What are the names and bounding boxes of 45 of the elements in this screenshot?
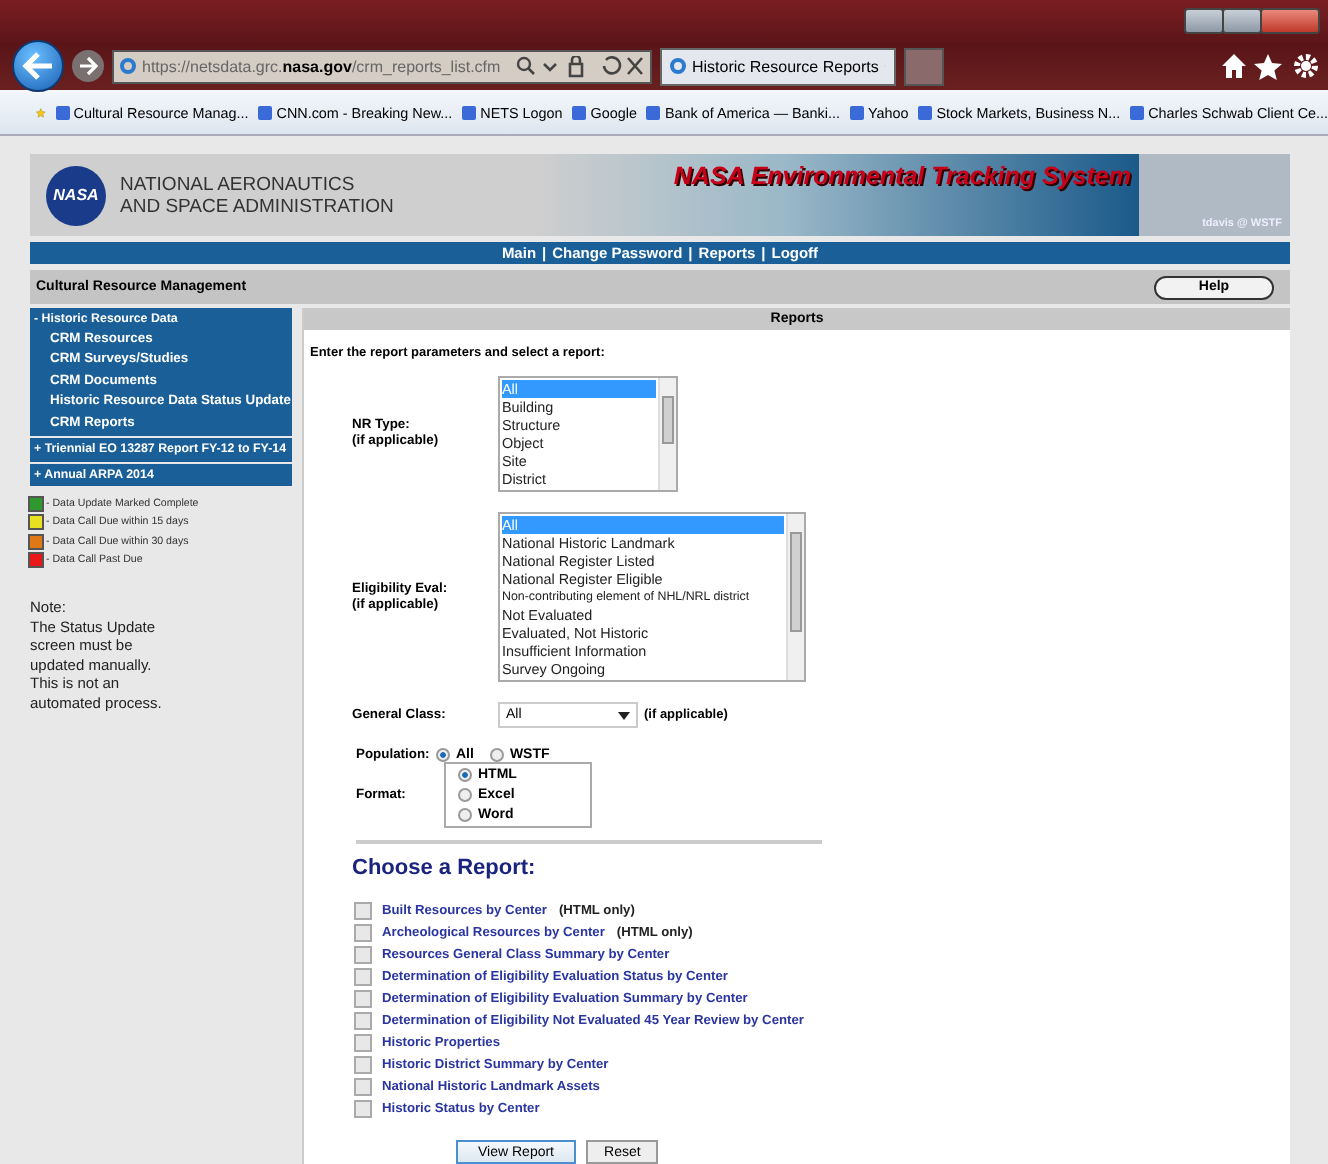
scrollbar[interactable] bbox=[658, 378, 676, 490]
maximize-button[interactable] bbox=[1222, 8, 1262, 34]
back-arrow-icon bbox=[22, 52, 54, 80]
radio-button[interactable] bbox=[458, 788, 472, 802]
radio-button[interactable] bbox=[458, 768, 472, 782]
dropdown-arrow-icon bbox=[618, 711, 630, 719]
checkbox[interactable] bbox=[354, 946, 372, 964]
new-tab-button[interactable] bbox=[904, 47, 944, 85]
checkbox[interactable] bbox=[354, 1012, 372, 1030]
site-icon bbox=[55, 105, 70, 119]
radio-button[interactable] bbox=[458, 808, 472, 822]
address-bar-icons[interactable] bbox=[516, 55, 644, 77]
organization-name: NATIONAL AERONAUTICS AND SPACE ADMINISTRATION bbox=[120, 173, 394, 217]
checkbox[interactable] bbox=[354, 1100, 372, 1118]
page-icon bbox=[670, 58, 686, 74]
browser-tab[interactable]: Historic Resource Reports bbox=[660, 47, 896, 85]
list-box[interactable] bbox=[498, 512, 806, 682]
section-heading: Choose a Report: bbox=[352, 856, 538, 880]
checkbox[interactable] bbox=[354, 924, 372, 942]
radio-button[interactable] bbox=[489, 748, 504, 762]
logo-text: NASA bbox=[53, 186, 99, 204]
scrollbar[interactable] bbox=[786, 514, 804, 680]
back-button[interactable] bbox=[12, 40, 64, 92]
site-icon bbox=[258, 105, 273, 119]
system-title: NASA Environmental Tracking System bbox=[673, 162, 1131, 190]
site-icon bbox=[572, 105, 587, 119]
checkbox[interactable] bbox=[354, 902, 372, 920]
site-icon bbox=[462, 105, 477, 119]
checkbox[interactable] bbox=[354, 1034, 372, 1052]
minimize-button[interactable] bbox=[1184, 8, 1224, 34]
site-icon bbox=[849, 105, 864, 119]
checkbox[interactable] bbox=[354, 1078, 372, 1096]
page-icon bbox=[120, 58, 136, 74]
checkbox[interactable] bbox=[354, 990, 372, 1008]
browser-toolbar-icons[interactable] bbox=[1220, 52, 1320, 80]
site-icon bbox=[646, 105, 661, 119]
address-bar[interactable]: https://netsdata.grc.nasa.gov/crm_reports_list.cfm bbox=[112, 49, 652, 83]
site-icon bbox=[918, 105, 933, 119]
radio-button[interactable] bbox=[436, 748, 450, 762]
checkbox[interactable] bbox=[354, 968, 372, 986]
site-icon bbox=[1130, 105, 1145, 119]
forward-button[interactable] bbox=[72, 50, 104, 82]
close-button[interactable] bbox=[1260, 8, 1320, 34]
checkbox[interactable] bbox=[354, 1056, 372, 1074]
forward-arrow-icon bbox=[78, 56, 98, 76]
